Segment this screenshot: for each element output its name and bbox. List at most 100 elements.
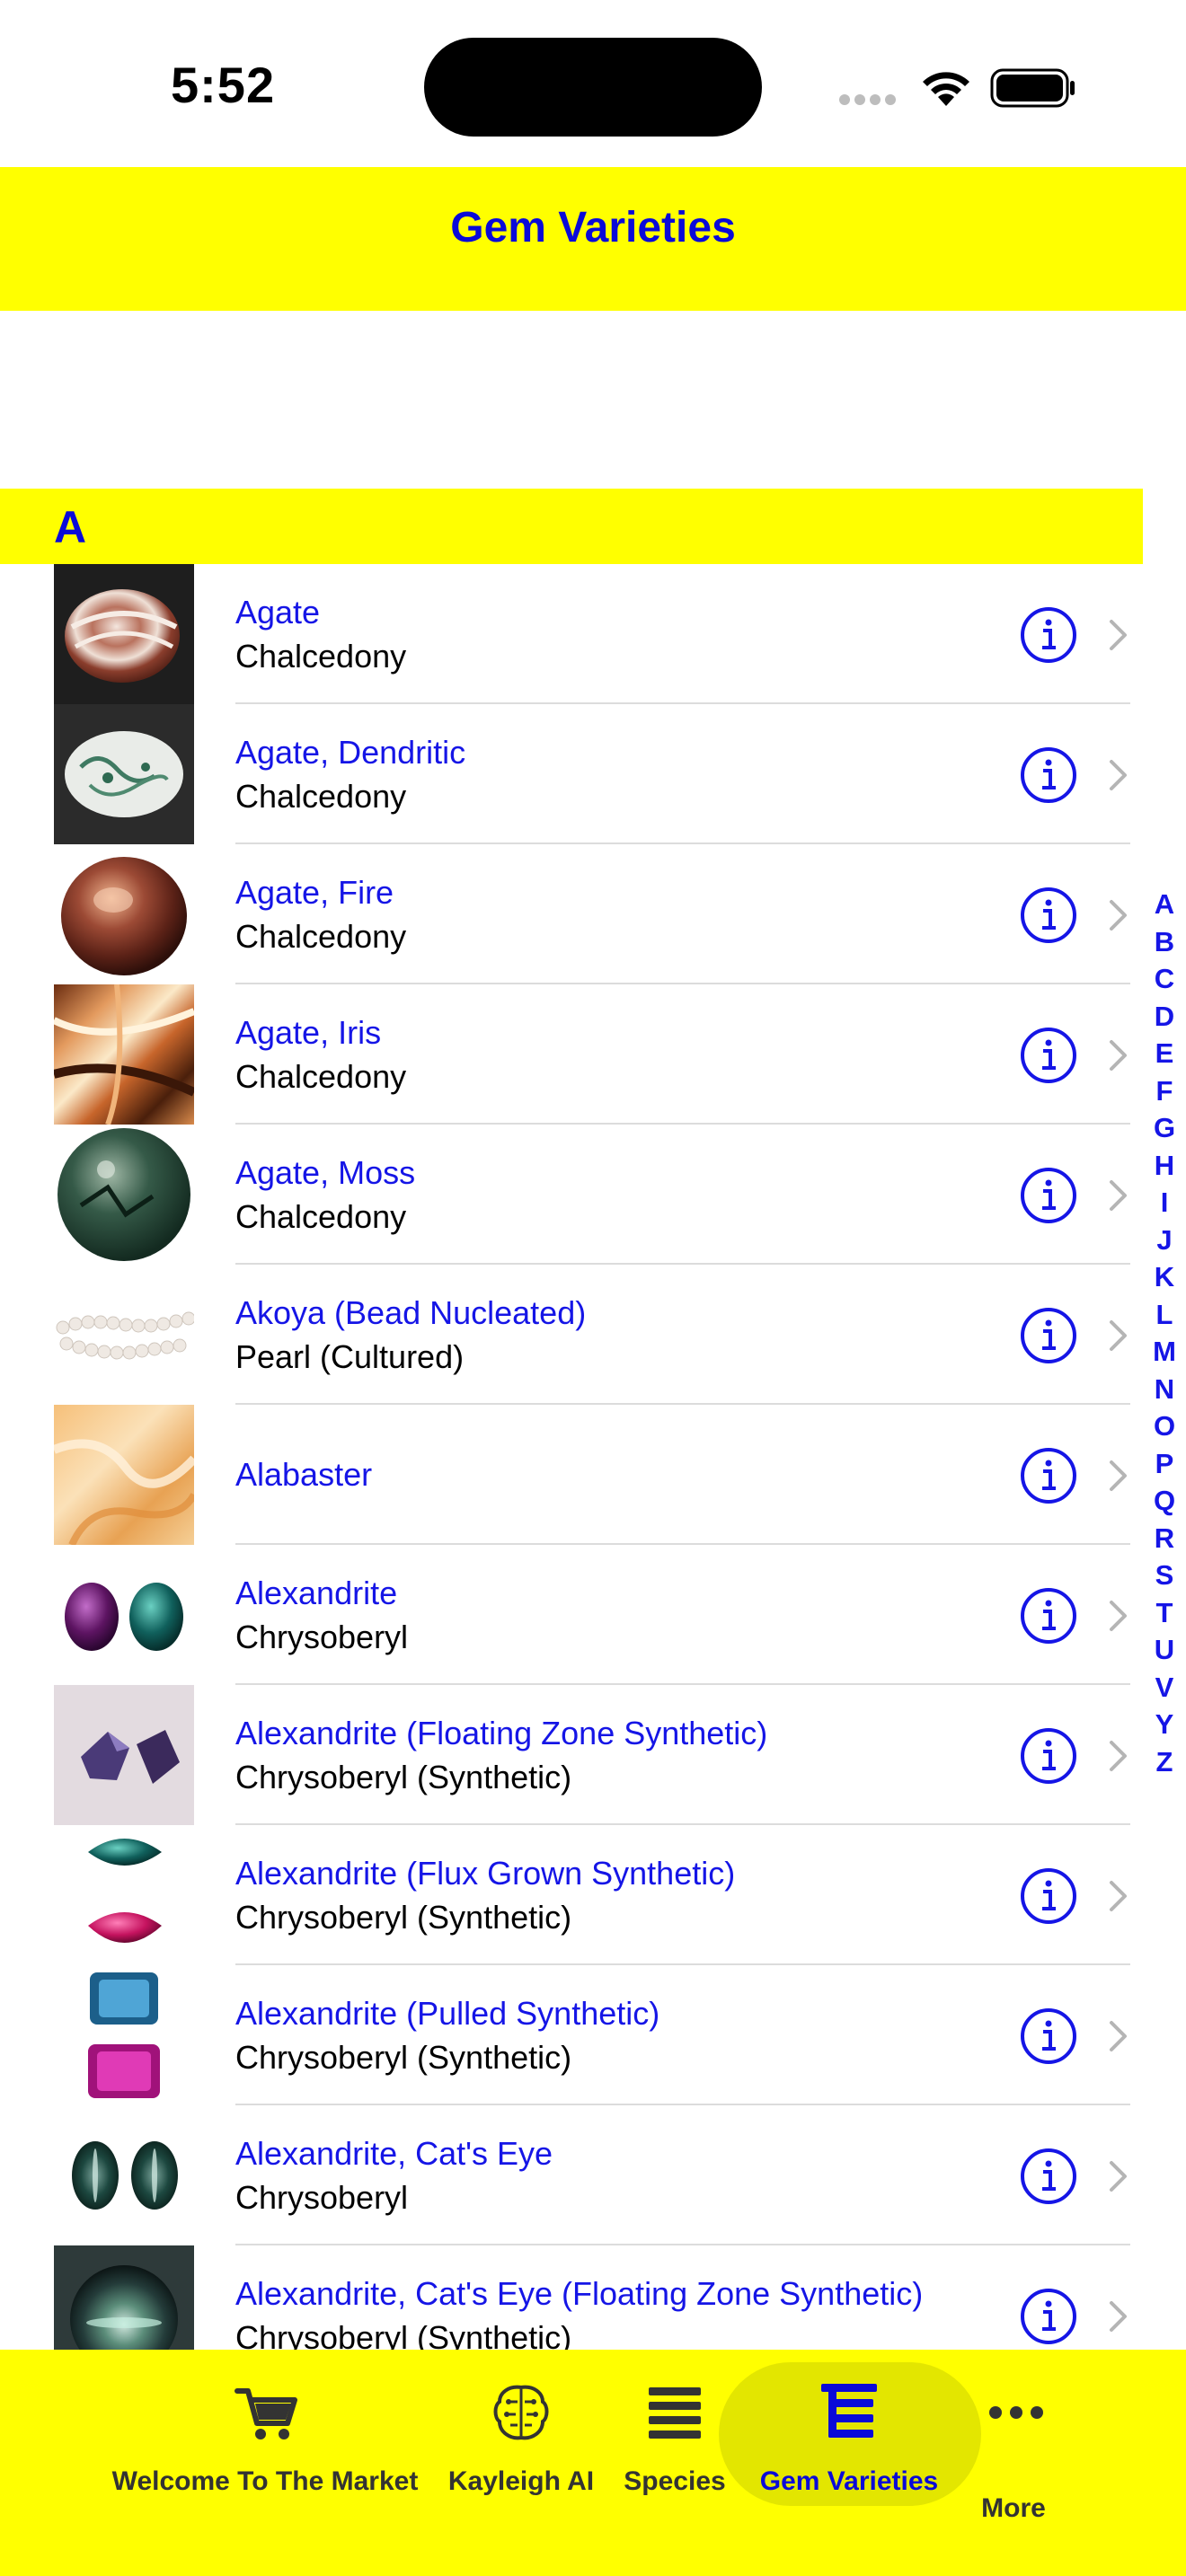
list-item[interactable]: Alexandrite Chrysoberyl xyxy=(0,1545,1143,1685)
chevron-right-icon xyxy=(1110,900,1127,931)
tab-label: Gem Varieties xyxy=(759,2466,939,2496)
info-icon[interactable] xyxy=(1020,2148,1077,2205)
index-letter[interactable]: F xyxy=(1148,1072,1181,1110)
info-icon[interactable] xyxy=(1020,1867,1077,1925)
list-icon xyxy=(649,2387,701,2439)
gem-thumbnail xyxy=(54,1265,194,1405)
info-icon[interactable] xyxy=(1020,1447,1077,1504)
info-icon[interactable] xyxy=(1020,2007,1077,2065)
info-icon[interactable] xyxy=(1020,1727,1077,1785)
index-letter[interactable]: I xyxy=(1148,1184,1181,1222)
index-letter[interactable]: G xyxy=(1148,1109,1181,1147)
tab-species[interactable]: Species xyxy=(611,2350,739,2529)
tab-label: Kayleigh AI xyxy=(447,2466,595,2496)
section-header: A xyxy=(0,489,1143,564)
info-icon[interactable] xyxy=(1020,746,1077,804)
info-icon[interactable] xyxy=(1020,2288,1077,2345)
index-letter[interactable]: S xyxy=(1148,1557,1181,1594)
list-item[interactable]: Alexandrite (Floating Zone Synthetic) Ch… xyxy=(0,1685,1143,1825)
index-letter[interactable]: B xyxy=(1148,923,1181,961)
tab-welcome-to-the-market[interactable]: Welcome To The Market xyxy=(99,2350,431,2529)
page-title: Gem Varieties xyxy=(450,204,736,251)
list-item[interactable]: Agate, Fire Chalcedony xyxy=(0,844,1143,984)
chevron-right-icon xyxy=(1110,2161,1127,2192)
list-item[interactable]: Alexandrite (Flux Grown Synthetic) Chrys… xyxy=(0,1825,1143,1965)
info-icon[interactable] xyxy=(1020,1167,1077,1224)
list-item[interactable]: Agate, Iris Chalcedony xyxy=(0,984,1143,1125)
index-letter[interactable]: R xyxy=(1148,1520,1181,1557)
row-title: Alexandrite (Floating Zone Synthetic) xyxy=(235,1715,768,1751)
row-title: Agate xyxy=(235,594,321,631)
row-subtitle: Chalcedony xyxy=(235,638,407,675)
index-letter[interactable]: T xyxy=(1148,1594,1181,1632)
gem-thumbnail xyxy=(54,1685,194,1825)
gem-thumbnail xyxy=(54,1545,194,1685)
info-icon[interactable] xyxy=(1020,1307,1077,1364)
gem-thumbnail xyxy=(54,704,194,844)
list-item[interactable]: Agate, Moss Chalcedony xyxy=(0,1125,1143,1265)
index-letter[interactable]: Q xyxy=(1148,1482,1181,1520)
tab-more[interactable]: More xyxy=(961,2350,1066,2529)
gem-variety-list[interactable]: Agate Chalcedony Agate, Dendritic Chalce… xyxy=(0,564,1143,2360)
row-subtitle: Chalcedony xyxy=(235,1198,407,1235)
row-subtitle: Chalcedony xyxy=(235,918,407,955)
list-item[interactable]: Alexandrite (Pulled Synthetic) Chrysober… xyxy=(0,1965,1143,2105)
index-letter[interactable]: A xyxy=(1148,886,1181,923)
gem-thumbnail xyxy=(54,2105,194,2245)
index-letter[interactable]: M xyxy=(1148,1333,1181,1371)
index-letter[interactable]: H xyxy=(1148,1147,1181,1185)
row-title: Alexandrite, Cat's Eye (Floating Zone Sy… xyxy=(235,2275,924,2312)
brain-icon xyxy=(493,2385,549,2440)
index-letter[interactable]: C xyxy=(1148,960,1181,998)
index-letter[interactable]: N xyxy=(1148,1371,1181,1408)
index-letter[interactable]: D xyxy=(1148,998,1181,1036)
index-letter[interactable]: L xyxy=(1148,1296,1181,1334)
chevron-right-icon xyxy=(1110,620,1127,650)
status-bar: 5:52 xyxy=(0,0,1186,167)
row-subtitle: Chrysoberyl xyxy=(235,2179,409,2216)
tab-kayleigh-ai[interactable]: Kayleigh AI xyxy=(440,2350,602,2529)
index-letter[interactable]: Y xyxy=(1148,1706,1181,1743)
index-letter[interactable]: Z xyxy=(1148,1743,1181,1781)
list-item[interactable]: Agate, Dendritic Chalcedony xyxy=(0,704,1143,844)
row-title: Alabaster xyxy=(235,1456,373,1493)
chevron-right-icon xyxy=(1110,1741,1127,1771)
gem-thumbnail xyxy=(54,1965,194,2105)
row-subtitle: Chalcedony xyxy=(235,1058,407,1095)
chevron-right-icon xyxy=(1110,1040,1127,1071)
info-icon[interactable] xyxy=(1020,1587,1077,1645)
row-title: Agate, Iris xyxy=(235,1014,382,1051)
gem-thumbnail xyxy=(54,1825,194,1965)
section-header-letter: A xyxy=(54,502,87,552)
list-item[interactable]: Alexandrite, Cat's Eye Chrysoberyl xyxy=(0,2105,1143,2245)
index-letter[interactable]: U xyxy=(1148,1631,1181,1669)
index-letter[interactable]: J xyxy=(1148,1222,1181,1259)
info-icon[interactable] xyxy=(1020,1027,1077,1084)
tab-gem-varieties[interactable]: Gem Varieties xyxy=(746,2350,952,2529)
info-icon[interactable] xyxy=(1020,887,1077,944)
chevron-right-icon xyxy=(1110,1601,1127,1631)
gem-thumbnail xyxy=(54,564,194,704)
index-letter[interactable]: P xyxy=(1148,1445,1181,1483)
info-icon[interactable] xyxy=(1020,606,1077,664)
index-letter[interactable]: E xyxy=(1148,1035,1181,1072)
row-title: Alexandrite xyxy=(235,1575,398,1611)
index-letter[interactable]: V xyxy=(1148,1669,1181,1707)
row-title: Agate, Fire xyxy=(235,874,394,911)
navigation-bar: Gem Varieties xyxy=(0,167,1186,311)
chevron-right-icon xyxy=(1110,1180,1127,1211)
row-subtitle: Chrysoberyl (Synthetic) xyxy=(235,2039,572,2076)
list-item[interactable]: Alexandrite, Cat's Eye (Floating Zone Sy… xyxy=(0,2245,1143,2360)
list-item[interactable]: Akoya (Bead Nucleated) Pearl (Cultured) xyxy=(0,1265,1143,1405)
row-title: Agate, Moss xyxy=(235,1154,416,1191)
list-item[interactable]: Agate Chalcedony xyxy=(0,564,1143,704)
row-title: Alexandrite (Pulled Synthetic) xyxy=(235,1995,660,2032)
list-item[interactable]: Alabaster xyxy=(0,1405,1143,1545)
section-index[interactable]: A B C D E F G H I J K L M N O P Q R S T … xyxy=(1148,886,1181,1780)
chevron-right-icon xyxy=(1110,1881,1127,1911)
index-letter[interactable]: K xyxy=(1148,1258,1181,1296)
row-title: Alexandrite (Flux Grown Synthetic) xyxy=(235,1855,736,1892)
index-letter[interactable]: O xyxy=(1148,1407,1181,1445)
chevron-right-icon xyxy=(1110,2021,1127,2051)
row-subtitle: Chrysoberyl xyxy=(235,1619,409,1655)
